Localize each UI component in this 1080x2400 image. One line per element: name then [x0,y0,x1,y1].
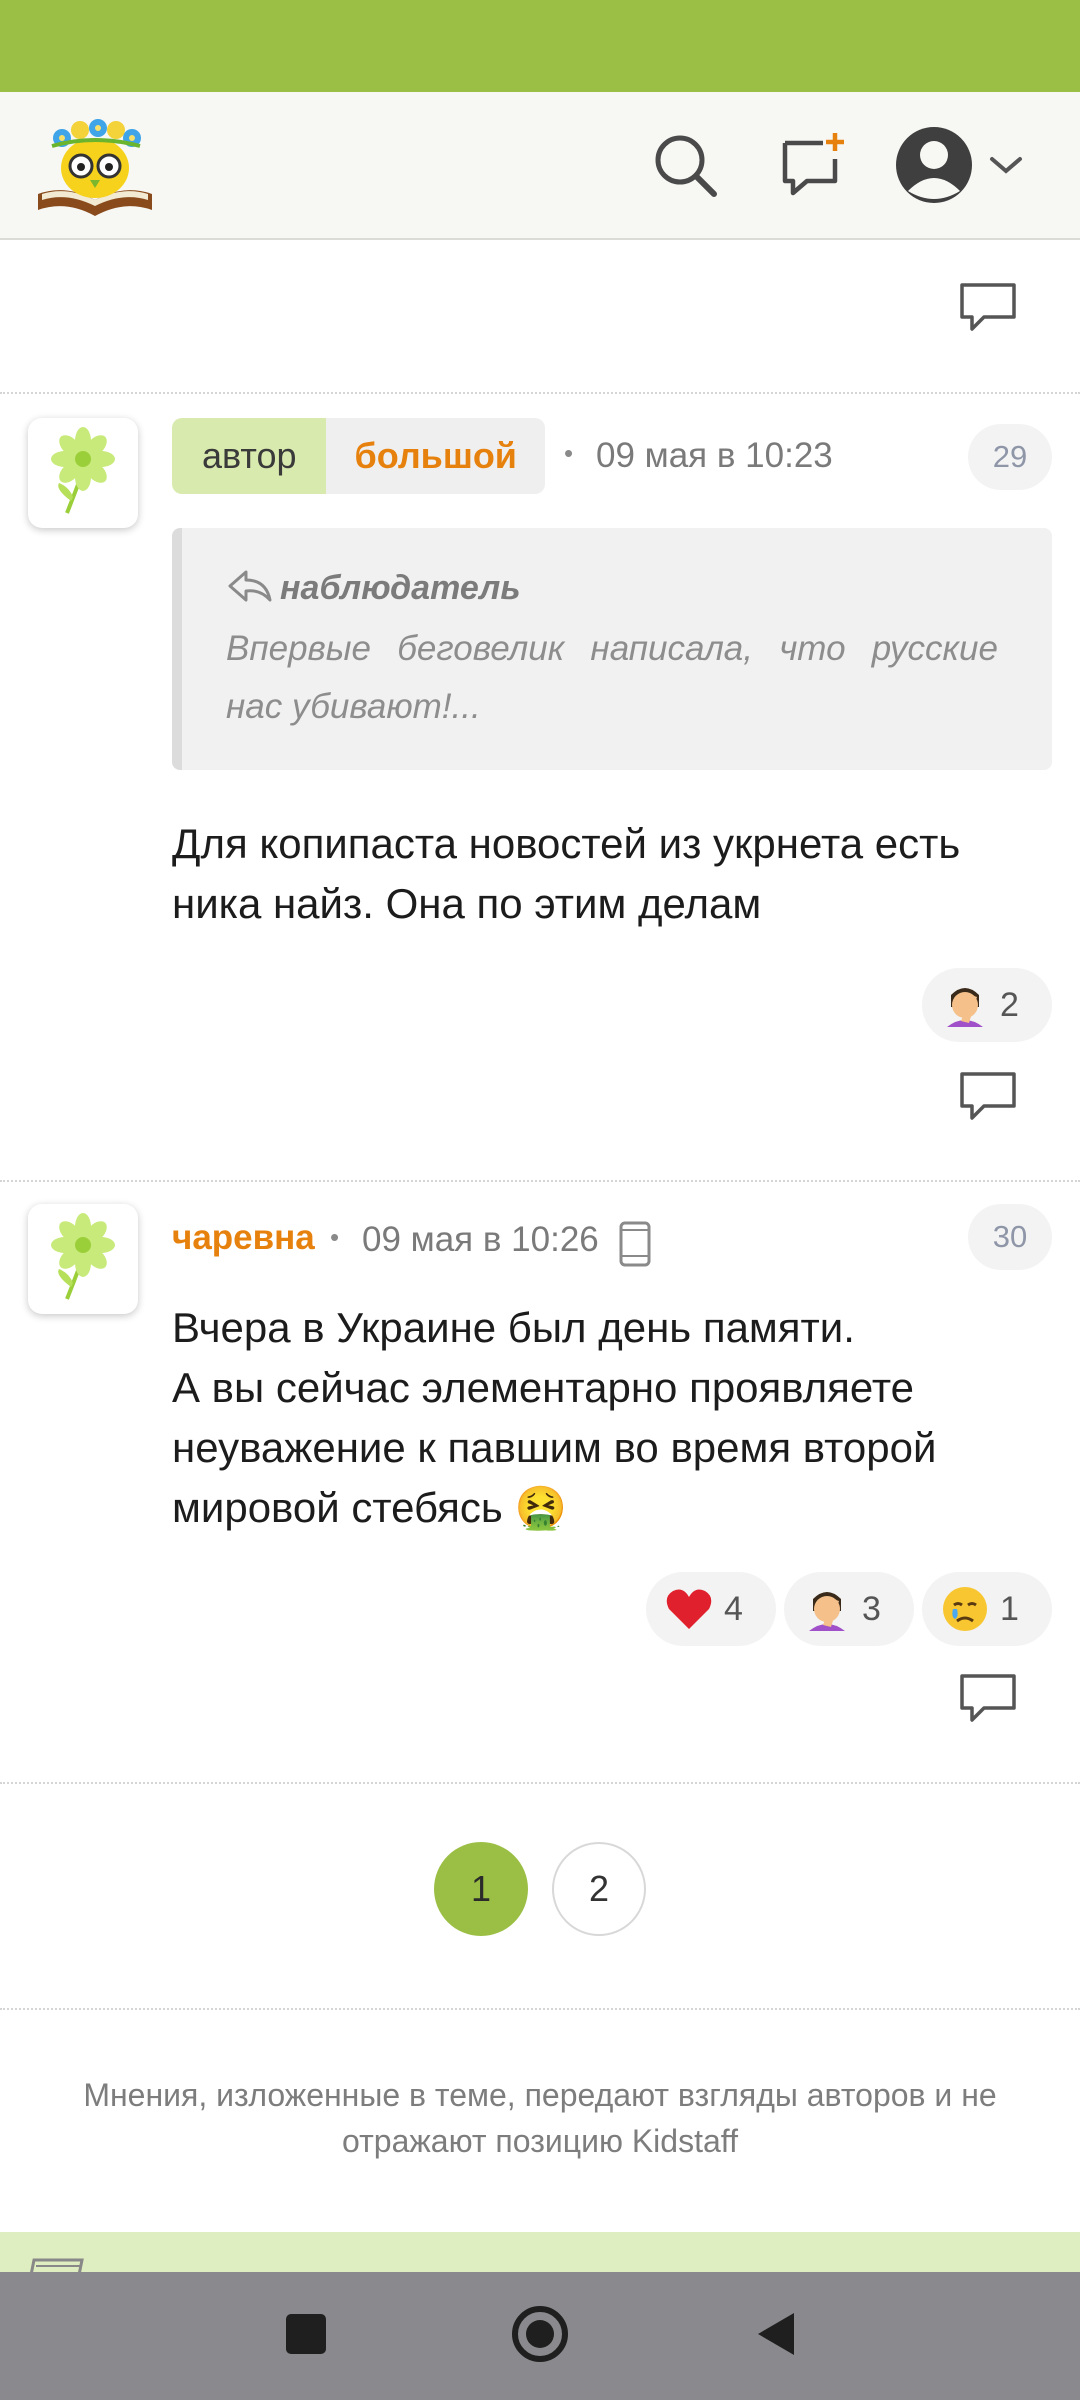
reply-button[interactable] [950,1666,1026,1736]
chevron-down-icon [988,153,1024,182]
crying-emoji-icon [940,1584,990,1634]
mobile-phone-icon [618,1220,652,1273]
facepalm-emoji-icon [802,1584,852,1634]
comment-icon [958,1070,1018,1129]
post-date: 09 мая в 10:26 [362,1220,599,1259]
reaction-count: 4 [724,1589,743,1628]
avatar[interactable] [28,1204,138,1314]
user-avatar-icon [894,125,974,210]
comment-icon [958,281,1018,340]
folder-icon [26,2252,86,2272]
post-divider [0,1180,1080,1182]
username[interactable]: большой [326,418,545,494]
system-navigation-bar [0,2272,1080,2400]
heart-emoji-icon [664,1584,714,1634]
reply-arrow-icon [226,568,274,609]
page-1-button[interactable]: 1 [434,1842,528,1936]
reaction-heart[interactable]: 4 [646,1572,776,1646]
page-2-button[interactable]: 2 [552,1842,646,1936]
post-number[interactable]: 29 [968,424,1052,490]
reaction-count: 1 [1000,1589,1019,1628]
meta-separator: • [330,1222,340,1252]
post-divider [0,1782,1080,1784]
facepalm-emoji-icon [940,980,990,1030]
new-message-button[interactable] [768,122,858,212]
app-header [0,92,1080,240]
daisy-flower-icon [45,423,121,524]
comment-icon [958,1672,1018,1731]
footer-strip [0,2232,1080,2272]
profile-menu-button[interactable] [894,122,1054,212]
home-button[interactable] [498,2294,582,2378]
reaction-crying[interactable]: 1 [922,1572,1052,1646]
kidstaff-logo-icon[interactable] [32,110,158,222]
post-number[interactable]: 30 [968,1204,1052,1270]
reaction-facepalm[interactable]: 3 [784,1572,914,1646]
reaction-facepalm[interactable]: 2 [922,968,1052,1042]
post-text: Вчера в Украине был день памяти. А вы се… [172,1304,937,1531]
post-date: 09 мая в 10:23 [596,436,833,475]
disclaimer-text: Мнения, изложенные в теме, передают взгл… [83,2077,997,2159]
quote-author: наблюдатель [280,569,521,607]
home-circle-icon [510,2304,570,2369]
daisy-flower-icon [45,1209,121,1310]
reaction-count: 2 [1000,985,1019,1024]
recent-apps-button[interactable] [264,2294,348,2378]
section-divider [0,2008,1080,2010]
reaction-count: 3 [862,1589,881,1628]
back-button[interactable] [734,2294,818,2378]
new-message-icon [777,129,849,206]
author-tag-group: автор большой [172,418,545,494]
quote-text: Впервые беговелик написала, что русские … [226,629,998,726]
square-icon [284,2312,328,2361]
back-triangle-icon [754,2309,798,2364]
username[interactable]: чаревна [172,1218,315,1258]
meta-separator: • [564,438,574,468]
quote-block: наблюдатель Впервые беговелик написала, … [172,528,1052,770]
post-divider [0,392,1080,394]
post-text: Для копипаста новостей из укрнета есть н… [172,820,961,927]
quote-header: наблюдатель [226,568,521,609]
search-icon [650,130,720,205]
status-bar [0,0,1080,92]
author-tag: автор [172,418,327,494]
search-button[interactable] [640,122,730,212]
reply-button[interactable] [950,1064,1026,1134]
reply-button[interactable] [950,275,1026,345]
avatar[interactable] [28,418,138,528]
